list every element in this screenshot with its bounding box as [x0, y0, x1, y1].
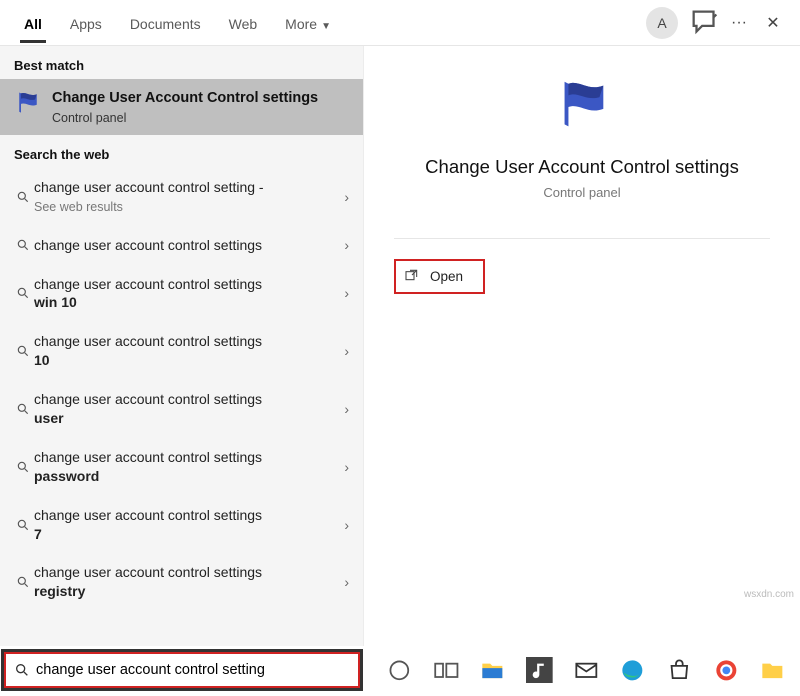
web-result[interactable]: change user account control settings7 › — [0, 496, 363, 554]
tab-apps[interactable]: Apps — [56, 4, 116, 42]
tab-web[interactable]: Web — [215, 4, 272, 42]
chevron-right-icon[interactable]: › — [344, 189, 349, 205]
section-best-match: Best match — [0, 46, 363, 79]
open-button[interactable]: Open — [394, 259, 485, 294]
more-options-button[interactable]: ··· — [722, 6, 756, 40]
chevron-right-icon[interactable]: › — [344, 343, 349, 359]
open-label: Open — [430, 269, 463, 284]
best-match-title: Change User Account Control settings — [52, 89, 318, 108]
best-match-subtitle: Control panel — [52, 111, 318, 125]
mail-icon[interactable] — [573, 655, 600, 685]
web-result[interactable]: change user account control settingsregi… — [0, 553, 363, 611]
web-result-text: change user account control setting - Se… — [34, 178, 344, 216]
edge-icon[interactable] — [619, 655, 646, 685]
chevron-right-icon[interactable]: › — [344, 517, 349, 533]
web-result[interactable]: change user account control settingspass… — [0, 438, 363, 496]
search-box[interactable] — [4, 652, 360, 688]
web-result[interactable]: change user account control settingsuser… — [0, 380, 363, 438]
search-input[interactable] — [30, 658, 350, 682]
cortana-icon[interactable] — [386, 655, 413, 685]
best-match-result[interactable]: Change User Account Control settings Con… — [0, 79, 363, 135]
search-icon — [12, 344, 34, 358]
web-result-text: change user account control settingswin … — [34, 275, 344, 313]
results-panel: Best match Change User Account Control s… — [0, 46, 364, 646]
user-avatar[interactable]: A — [646, 7, 678, 39]
chevron-right-icon[interactable]: › — [344, 237, 349, 253]
taskbar — [372, 650, 800, 690]
search-icon — [12, 518, 34, 532]
web-result-text: change user account control settings — [34, 236, 344, 255]
web-result-text: change user account control settingsuser — [34, 390, 344, 428]
web-result-text: change user account control settings10 — [34, 332, 344, 370]
web-result-text: change user account control settingsregi… — [34, 563, 344, 601]
search-icon — [12, 190, 34, 204]
task-view-icon[interactable] — [433, 655, 460, 685]
file-explorer-icon[interactable] — [479, 655, 506, 685]
preview-panel: Change User Account Control settings Con… — [364, 46, 800, 646]
uac-flag-icon — [394, 74, 770, 141]
feedback-icon[interactable] — [688, 6, 722, 40]
web-result-text: change user account control settings7 — [34, 506, 344, 544]
search-icon — [14, 662, 30, 678]
open-icon — [404, 267, 420, 286]
tab-all[interactable]: All — [10, 4, 56, 42]
chevron-down-icon: ▼ — [321, 21, 331, 32]
tab-documents[interactable]: Documents — [116, 4, 215, 42]
chevron-right-icon[interactable]: › — [344, 285, 349, 301]
chevron-right-icon[interactable]: › — [344, 401, 349, 417]
web-result[interactable]: change user account control settings › — [0, 226, 363, 265]
preview-subtitle: Control panel — [394, 185, 770, 200]
search-tabs: All Apps Documents Web More▼ A ··· ✕ — [0, 0, 800, 46]
chevron-right-icon[interactable]: › — [344, 574, 349, 590]
folder-icon[interactable] — [759, 655, 786, 685]
uac-flag-icon — [14, 89, 42, 117]
web-result-text: change user account control settingspass… — [34, 448, 344, 486]
search-icon — [12, 286, 34, 300]
search-icon — [12, 238, 34, 252]
web-result[interactable]: change user account control setting - Se… — [0, 168, 363, 226]
tab-more[interactable]: More▼ — [271, 4, 345, 42]
close-button[interactable]: ✕ — [756, 6, 790, 40]
search-icon — [12, 460, 34, 474]
chevron-right-icon[interactable]: › — [344, 459, 349, 475]
chrome-icon[interactable] — [713, 655, 740, 685]
watermark: wsxdn.com — [744, 589, 794, 600]
music-app-icon[interactable] — [526, 655, 553, 685]
web-result[interactable]: change user account control settings10 › — [0, 322, 363, 380]
search-icon — [12, 402, 34, 416]
preview-title: Change User Account Control settings — [394, 155, 770, 179]
search-icon — [12, 575, 34, 589]
section-search-web: Search the web — [0, 135, 363, 168]
web-result[interactable]: change user account control settingswin … — [0, 265, 363, 323]
divider — [394, 238, 770, 239]
store-icon[interactable] — [666, 655, 693, 685]
